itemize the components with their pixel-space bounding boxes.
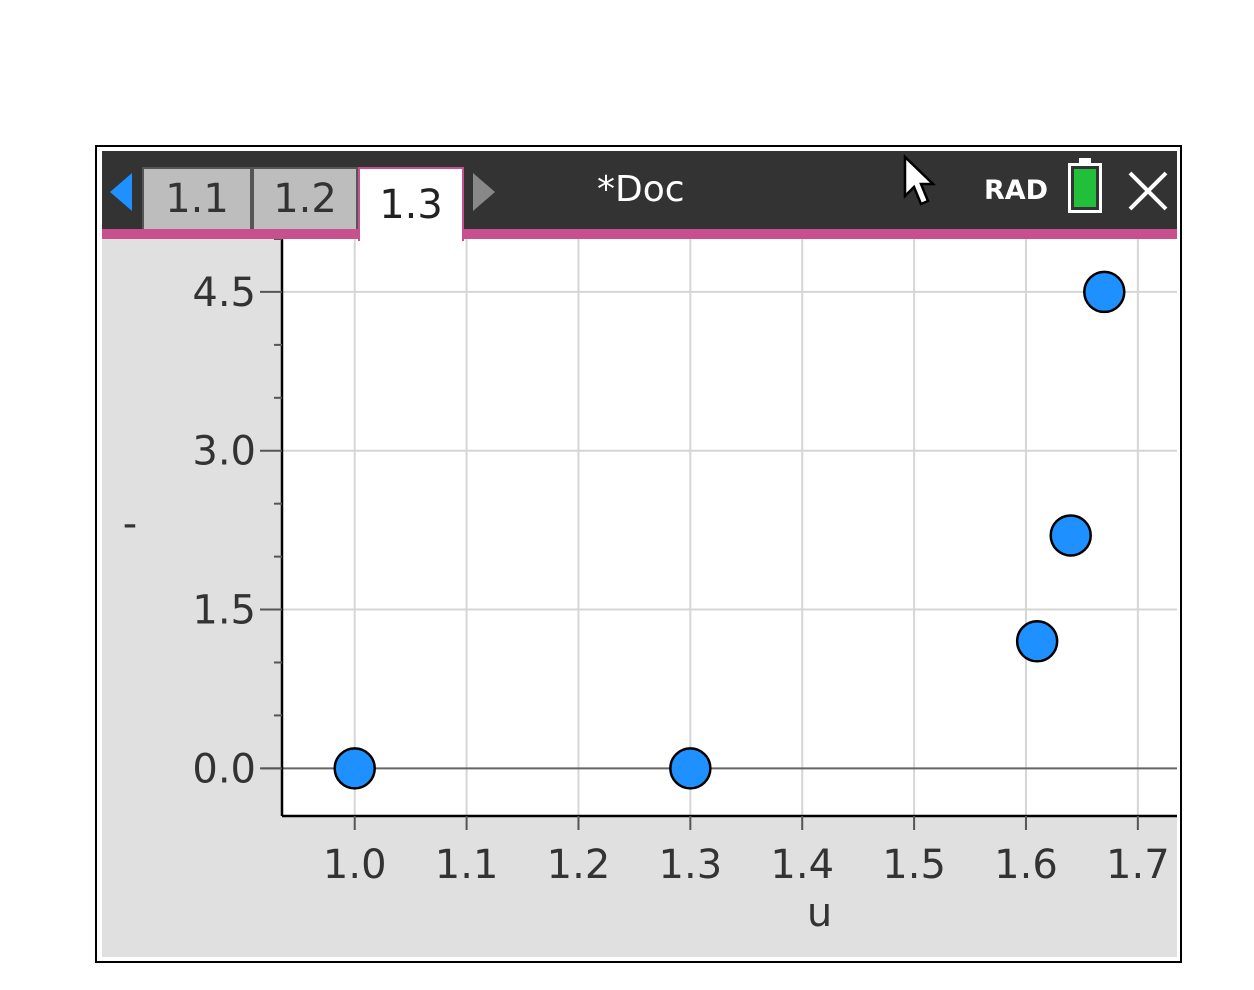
x-tick-label: 1.7 [1106, 842, 1170, 888]
y-tick-label: 4.5 [192, 270, 256, 316]
data-point[interactable] [333, 747, 376, 790]
title-bar: 1.1 1.2 1.3 *Doc RAD [102, 151, 1177, 241]
tab-scroll-left-icon[interactable] [110, 173, 132, 211]
x-tick-label: 1.3 [659, 842, 723, 888]
x-tick-label: 1.4 [770, 842, 834, 888]
tab-label: 1.2 [273, 176, 337, 222]
plot-area [282, 239, 1177, 816]
tab-1-1[interactable]: 1.1 [142, 167, 252, 229]
x-tick-label: 1.0 [323, 842, 387, 888]
y-tick-label: 3.0 [192, 429, 256, 475]
data-point[interactable] [1015, 620, 1059, 663]
x-tick-label: 1.6 [994, 842, 1058, 888]
tab-1-3[interactable]: 1.3 [358, 167, 464, 241]
document-title: *Doc [597, 169, 685, 210]
mouse-pointer-icon [903, 154, 937, 206]
battery-level [1074, 169, 1096, 207]
x-tick-label: 1.5 [882, 842, 946, 888]
tab-label: 1.3 [379, 182, 443, 228]
y-axis-label: - [123, 501, 137, 547]
scatter-plot[interactable]: 0.0 1.5 3.0 4.5 1.0 1.1 1.2 1.3 1.4 1.5 1.6 1.7 u - [102, 239, 1177, 957]
tab-accent-line [102, 229, 1177, 239]
calculator-screen: 1.1 1.2 1.3 *Doc RAD 0.0 1.5 3.0 4.5 1.0 1.1 1… [102, 151, 1177, 957]
battery-icon [1068, 158, 1102, 213]
tab-label: 1.1 [165, 176, 229, 222]
data-point[interactable] [1049, 514, 1092, 557]
close-icon[interactable] [1126, 169, 1170, 213]
y-tick-label: 1.5 [192, 588, 256, 634]
data-point[interactable] [669, 747, 712, 790]
tab-scroll-right-icon[interactable] [473, 173, 495, 211]
data-point[interactable] [1083, 270, 1126, 314]
tab-1-2[interactable]: 1.2 [252, 167, 358, 229]
x-axis-label: u [807, 890, 832, 936]
y-tick-label: 0.0 [192, 746, 256, 792]
x-tick-label: 1.1 [435, 842, 499, 888]
x-tick-label: 1.2 [547, 842, 611, 888]
angle-mode-indicator: RAD [984, 175, 1049, 206]
